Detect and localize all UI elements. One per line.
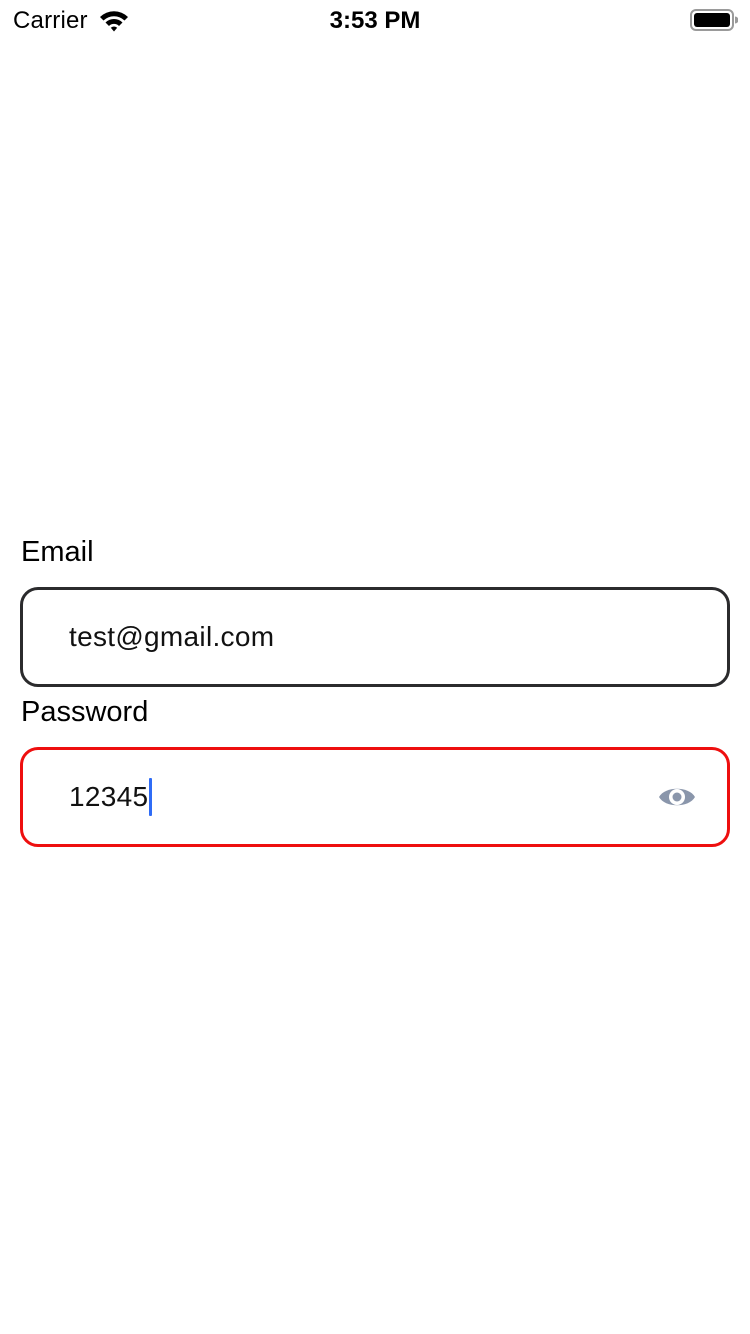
- email-field[interactable]: test@gmail.com: [20, 587, 730, 687]
- email-label: Email: [21, 536, 94, 568]
- password-label: Password: [21, 696, 149, 728]
- password-field[interactable]: 12345: [20, 747, 730, 847]
- eye-icon[interactable]: [657, 779, 697, 815]
- battery-icon: [690, 9, 738, 31]
- password-text: 12345: [69, 781, 149, 812]
- status-bar: Carrier 3:53 PM: [0, 0, 750, 40]
- password-value[interactable]: 12345: [69, 750, 153, 844]
- email-value[interactable]: test@gmail.com: [69, 590, 274, 684]
- status-time: 3:53 PM: [329, 7, 421, 34]
- text-caret: [149, 778, 153, 816]
- email-text: test@gmail.com: [69, 621, 275, 652]
